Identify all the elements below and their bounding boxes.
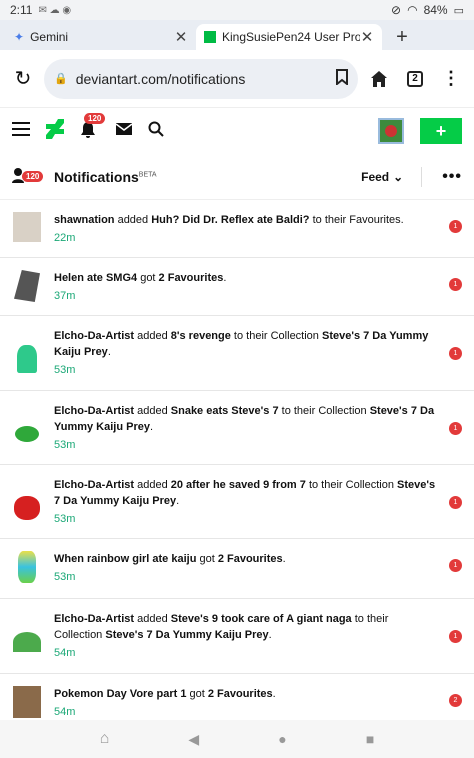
list-item[interactable]: Elcho-Da-Artist added Snake eats Steve's… xyxy=(0,391,474,465)
notifications-count-badge: 120 xyxy=(22,170,44,182)
deviantart-icon xyxy=(204,31,216,43)
back-icon[interactable]: ◀ xyxy=(188,731,199,748)
recents-icon[interactable]: ■ xyxy=(366,731,374,747)
timestamp: 37m xyxy=(54,290,76,302)
timestamp: 53m xyxy=(54,513,76,525)
create-button[interactable]: + xyxy=(420,118,462,144)
bell-icon[interactable]: 120 xyxy=(80,113,106,141)
timestamp: 54m xyxy=(54,706,76,718)
home-screen-icon[interactable]: ⌂ xyxy=(100,730,110,748)
users-icon: 120 xyxy=(12,167,46,187)
tab-count: 2 xyxy=(407,70,423,87)
tab-title: Gemini xyxy=(30,30,69,44)
deviantart-logo-icon[interactable] xyxy=(46,118,64,144)
status-bar: 2:11 ✉ ☁ ◉ ⊘ ◠ 84% ▭ xyxy=(0,0,474,20)
unread-badge: 1 xyxy=(449,496,462,509)
tab-switcher-button[interactable]: 2 xyxy=(400,64,430,94)
notifications-header: 120 NotificationsBETA Feed ⌄ ••• xyxy=(0,154,474,200)
notification-badge: 120 xyxy=(84,113,106,124)
thumbnail-image[interactable] xyxy=(12,551,42,598)
chevron-down-icon: ⌄ xyxy=(393,169,404,184)
thumbnail-image[interactable] xyxy=(12,611,42,673)
url-text: deviantart.com/notifications xyxy=(75,70,246,87)
dnd-icon: ⊘ xyxy=(391,3,402,17)
hamburger-icon[interactable] xyxy=(12,121,30,141)
list-item[interactable]: Helen ate SMG4 got 2 Favourites. 37m 1 xyxy=(0,258,474,316)
list-item[interactable]: Elcho-Da-Artist added 20 after he saved … xyxy=(0,465,474,539)
timestamp: 53m xyxy=(54,439,76,451)
status-time: 2:11 xyxy=(10,3,33,17)
unread-badge: 1 xyxy=(449,559,462,572)
list-item[interactable]: Elcho-Da-Artist added 8's revenge to the… xyxy=(0,316,474,391)
unread-badge: 1 xyxy=(449,630,462,643)
list-item[interactable]: Pokemon Day Vore part 1 got 2 Favourites… xyxy=(0,674,474,726)
reload-button[interactable]: ↻ xyxy=(8,64,38,94)
unread-badge: 1 xyxy=(449,422,462,435)
bookmark-icon[interactable] xyxy=(336,69,348,88)
mail-icon[interactable] xyxy=(115,122,133,140)
tab-strip: ✦ Gemini ✕ KingSusiePen24 User Profile ✕… xyxy=(0,20,474,50)
thumbnail-image[interactable] xyxy=(12,212,42,257)
avatar[interactable] xyxy=(378,118,404,144)
address-bar[interactable]: 🔒 deviantart.com/notifications xyxy=(44,58,358,99)
unread-badge: 1 xyxy=(449,220,462,233)
site-header: 120 + xyxy=(0,108,474,154)
close-icon[interactable]: ✕ xyxy=(174,28,188,46)
timestamp: 53m xyxy=(54,571,76,583)
battery-icon: ▭ xyxy=(453,4,464,17)
unread-badge: 1 xyxy=(449,278,462,291)
gemini-sparkle-icon: ✦ xyxy=(14,30,25,44)
new-tab-button[interactable]: + xyxy=(382,24,422,50)
home-circle-icon[interactable]: ● xyxy=(278,731,286,747)
tab-title: KingSusiePen24 User Profile xyxy=(222,30,360,44)
unread-badge: 1 xyxy=(449,347,462,360)
page-title: NotificationsBETA xyxy=(54,168,157,185)
thumbnail-image[interactable] xyxy=(12,403,42,464)
system-nav-bar: ⌂ ◀ ● ■ xyxy=(0,720,474,758)
thumbnail-image[interactable] xyxy=(12,270,42,315)
list-item[interactable]: shawnation added Huh? Did Dr. Reflex ate… xyxy=(0,200,474,258)
notification-list: shawnation added Huh? Did Dr. Reflex ate… xyxy=(0,200,474,726)
battery-percent: 84% xyxy=(423,3,448,17)
divider xyxy=(421,166,423,187)
lock-icon: 🔒 xyxy=(54,73,68,85)
browser-toolbar: ↻ 🔒 deviantart.com/notifications 2 ⋮ xyxy=(0,50,474,108)
beta-label: BETA xyxy=(138,170,157,178)
menu-button[interactable]: ⋮ xyxy=(436,64,466,94)
list-item[interactable]: When rainbow girl ate kaiju got 2 Favour… xyxy=(0,539,474,599)
search-icon[interactable] xyxy=(148,121,164,142)
home-button[interactable] xyxy=(364,64,394,94)
timestamp: 53m xyxy=(54,364,76,376)
feed-dropdown[interactable]: Feed ⌄ xyxy=(361,170,403,184)
more-options-icon[interactable]: ••• xyxy=(442,168,462,186)
timestamp: 22m xyxy=(54,232,76,244)
status-icons: ✉ ☁ ◉ xyxy=(38,4,72,16)
tab-gemini[interactable]: ✦ Gemini ✕ xyxy=(6,24,196,50)
thumbnail-image[interactable] xyxy=(12,477,42,538)
tab-profile[interactable]: KingSusiePen24 User Profile ✕ xyxy=(196,24,382,50)
thumbnail-image[interactable] xyxy=(12,328,42,390)
timestamp: 54m xyxy=(54,647,76,659)
list-item[interactable]: Elcho-Da-Artist added Steve's 9 took car… xyxy=(0,599,474,674)
wifi-icon: ◠ xyxy=(407,3,418,17)
close-icon[interactable]: ✕ xyxy=(360,28,374,46)
unread-badge: 2 xyxy=(449,694,462,707)
